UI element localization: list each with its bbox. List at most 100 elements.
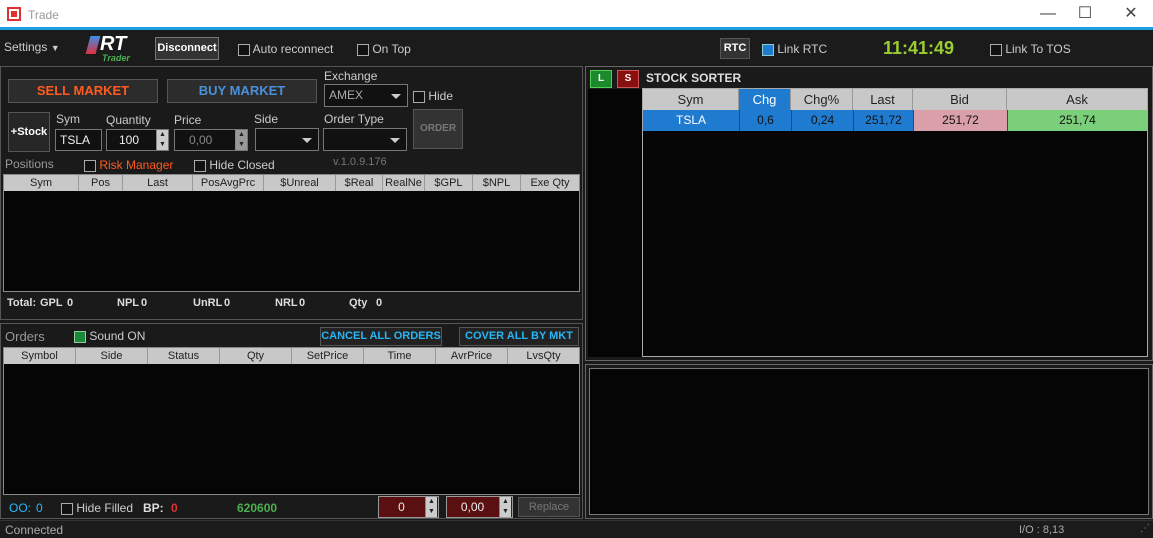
auto-reconnect-checkbox[interactable]: Auto reconnect: [238, 42, 333, 56]
io-status: I/O : 8,13: [1019, 524, 1065, 536]
short-button[interactable]: S: [617, 70, 639, 88]
auto-reconnect-label: Auto reconnect: [252, 42, 334, 56]
logo-mark-icon: [85, 36, 101, 54]
connection-status: Connected: [5, 523, 64, 537]
on-top-checkbox[interactable]: On Top: [357, 42, 411, 56]
disconnect-button[interactable]: Disconnect: [155, 37, 219, 60]
col-header[interactable]: Side: [76, 348, 148, 364]
maximize-button[interactable]: ☐: [1073, 4, 1097, 24]
spin-up-icon[interactable]: ▲: [500, 497, 511, 507]
col-header[interactable]: AvrPrice: [436, 348, 508, 364]
cell-ask: 251,74: [1007, 110, 1147, 131]
replace-qty-spin-buttons[interactable]: ▲ ▼: [425, 497, 437, 517]
spin-down-icon[interactable]: ▼: [157, 140, 168, 150]
price-spin-buttons[interactable]: ▲ ▼: [235, 130, 247, 150]
col-header[interactable]: Last: [853, 89, 913, 110]
col-header[interactable]: RealNe: [383, 175, 425, 191]
replace-button[interactable]: Replace: [518, 497, 580, 517]
spin-down-icon[interactable]: ▼: [426, 507, 437, 517]
cancel-all-orders-button[interactable]: CANCEL ALL ORDERS: [320, 327, 442, 346]
col-header[interactable]: LvsQty: [508, 348, 579, 364]
minimize-button[interactable]: —: [1036, 4, 1060, 24]
spin-down-icon[interactable]: ▼: [500, 507, 511, 517]
col-header[interactable]: Sym: [643, 89, 739, 110]
price-label: Price: [174, 113, 202, 127]
col-header[interactable]: $NPL: [473, 175, 521, 191]
order-button[interactable]: ORDER: [413, 109, 463, 149]
col-header[interactable]: Bid: [913, 89, 1007, 110]
toolbar: Settings ▼ RT Trader Disconnect Auto rec…: [0, 33, 1153, 64]
bp-total: 620600: [237, 501, 278, 515]
col-header[interactable]: $Real: [336, 175, 383, 191]
resize-grip-icon[interactable]: ⋰: [1140, 523, 1150, 534]
sym-label: Sym: [56, 112, 80, 126]
link-rtc-checkbox[interactable]: Link RTC: [762, 42, 827, 56]
stock-sorter-title: STOCK SORTER: [646, 71, 742, 85]
col-header[interactable]: Last: [123, 175, 193, 191]
col-header[interactable]: PosAvgPrc: [193, 175, 264, 191]
col-header[interactable]: Ask: [1007, 89, 1147, 110]
orders-grid[interactable]: Symbol Side Status Qty SetPrice Time Avr…: [3, 347, 580, 495]
rt-trader-logo: RT Trader: [85, 33, 148, 64]
col-header[interactable]: Time: [364, 348, 436, 364]
exchange-label: Exchange: [324, 69, 378, 83]
chevron-down-icon: ▼: [50, 43, 60, 53]
col-header[interactable]: Qty: [220, 348, 292, 364]
app-icon: [7, 7, 21, 21]
hide-closed-checkbox[interactable]: Hide Closed: [194, 158, 275, 172]
col-header-sorted[interactable]: Chg: [739, 89, 791, 110]
add-stock-button[interactable]: +Stock: [8, 112, 50, 152]
col-header[interactable]: Pos: [79, 175, 123, 191]
col-header[interactable]: Sym: [4, 175, 79, 191]
open-orders-value: 0: [36, 501, 43, 515]
col-header[interactable]: Exe Qty: [521, 175, 579, 191]
sound-on-checkbox[interactable]: Sound ON: [74, 329, 145, 343]
spin-up-icon[interactable]: ▲: [236, 130, 247, 140]
unrl-value: 0: [224, 297, 231, 309]
col-header[interactable]: Status: [148, 348, 220, 364]
hide-checkbox[interactable]: Hide: [413, 89, 453, 103]
side-select[interactable]: [255, 128, 319, 151]
bp-label: BP:: [143, 501, 164, 515]
replace-price-spin-buttons[interactable]: ▲ ▼: [499, 497, 511, 517]
col-header[interactable]: SetPrice: [292, 348, 364, 364]
link-rtc-label: Link RTC: [777, 42, 828, 56]
risk-manager-checkbox[interactable]: Risk Manager: [84, 158, 173, 172]
spin-up-icon[interactable]: ▲: [426, 497, 437, 507]
table-row[interactable]: TSLA 0,6 0,24 251,72 251,72 251,74: [643, 110, 1147, 131]
link-tos-checkbox[interactable]: Link To TOS: [990, 42, 1071, 56]
link-tos-label: Link To TOS: [1005, 42, 1071, 56]
hide-filled-checkbox[interactable]: Hide Filled: [61, 501, 133, 515]
order-type-select[interactable]: [323, 128, 407, 151]
gpl-label: GPL: [40, 297, 63, 309]
cell-chg-pct: 0,24: [791, 110, 853, 131]
cell-last: 251,72: [853, 110, 913, 131]
nrl-value: 0: [299, 297, 306, 309]
sorter-grid[interactable]: Sym Chg Chg% Last Bid Ask TSLA 0,6 0,24 …: [642, 88, 1148, 357]
positions-title: Positions: [5, 157, 54, 171]
logo-subtext: Trader: [102, 53, 130, 63]
rtc-button[interactable]: RTC: [720, 38, 750, 59]
col-header[interactable]: $GPL: [425, 175, 473, 191]
orders-panel: Orders Sound ON CANCEL ALL ORDERS COVER …: [0, 323, 583, 519]
col-header[interactable]: Symbol: [4, 348, 76, 364]
cell-sym: TSLA: [643, 110, 739, 131]
orders-title: Orders: [5, 329, 45, 344]
positions-grid[interactable]: Sym Pos Last PosAvgPrc $Unreal $Real Rea…: [3, 174, 580, 292]
cell-chg: 0,6: [739, 110, 791, 131]
close-button[interactable]: ✕: [1119, 4, 1143, 24]
spin-up-icon[interactable]: ▲: [157, 130, 168, 140]
sell-market-button[interactable]: SELL MARKET: [8, 79, 158, 103]
exchange-select[interactable]: AMEX: [324, 84, 408, 107]
col-header[interactable]: $Unreal: [264, 175, 336, 191]
side-label: Side: [254, 112, 279, 126]
order-entry-panel: SELL MARKET BUY MARKET Exchange AMEX Hid…: [0, 66, 583, 320]
col-header[interactable]: Chg%: [791, 89, 853, 110]
cover-all-button[interactable]: COVER ALL BY MKT: [459, 327, 579, 346]
settings-menu[interactable]: Settings ▼: [4, 40, 60, 54]
spin-down-icon[interactable]: ▼: [236, 140, 247, 150]
buy-market-button[interactable]: BUY MARKET: [167, 79, 317, 103]
sym-input[interactable]: TSLA: [55, 129, 102, 151]
long-button[interactable]: L: [590, 70, 612, 88]
quantity-spin-buttons[interactable]: ▲ ▼: [156, 130, 168, 150]
